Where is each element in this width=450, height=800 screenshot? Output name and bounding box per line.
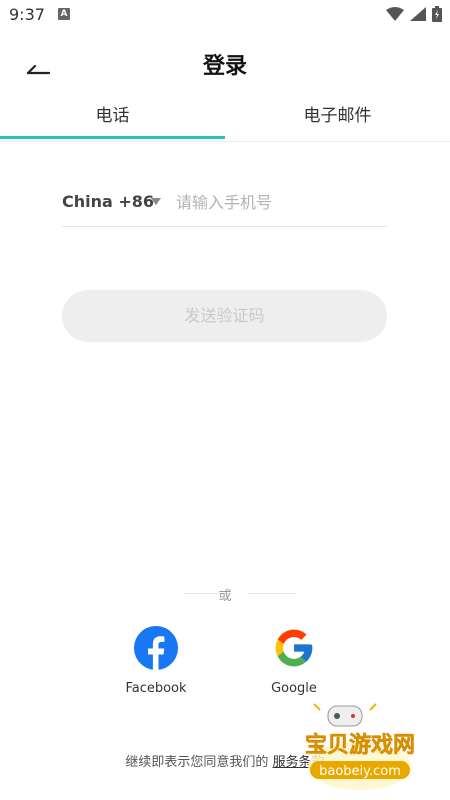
watermark-url: baobeiy.com — [319, 764, 401, 779]
tab-phone[interactable]: 电话 — [0, 98, 225, 138]
tab-email[interactable]: 电子邮件 — [225, 98, 450, 138]
watermark-title: 宝贝游戏网 — [305, 732, 415, 758]
terms-prefix: 继续即表示您同意我们的 — [125, 755, 269, 770]
facebook-icon — [134, 626, 178, 670]
google-label: Google — [271, 681, 317, 696]
country-code-selector[interactable]: China +86 — [62, 192, 154, 211]
battery-icon — [432, 6, 442, 22]
facebook-label: Facebook — [125, 681, 187, 696]
facebook-login-button[interactable]: Facebook — [111, 626, 201, 696]
dropdown-caret-icon[interactable] — [151, 198, 161, 205]
signal-icon — [410, 7, 426, 21]
wifi-icon — [386, 7, 404, 21]
notification-icon: A — [58, 8, 70, 20]
watermark-logo: 宝贝游戏网 baobeiy.com — [290, 700, 430, 792]
active-tab-indicator — [0, 136, 225, 139]
status-time: 9:37 — [9, 5, 45, 24]
or-divider: 或 — [0, 584, 450, 604]
divider-line-right — [248, 593, 296, 594]
page-title: 登录 — [202, 54, 247, 79]
or-label: 或 — [218, 589, 232, 604]
phone-input-row: China +86 — [62, 182, 387, 227]
login-method-tabs: 电话 电子邮件 — [0, 98, 450, 142]
google-login-button[interactable]: Google — [249, 626, 339, 696]
status-icons — [386, 6, 442, 22]
send-code-button[interactable]: 发送验证码 — [62, 290, 387, 342]
google-icon — [272, 626, 316, 670]
status-bar: 9:37 A — [0, 0, 450, 30]
top-app-bar: 登录 — [0, 40, 450, 88]
phone-number-input[interactable] — [176, 188, 381, 216]
